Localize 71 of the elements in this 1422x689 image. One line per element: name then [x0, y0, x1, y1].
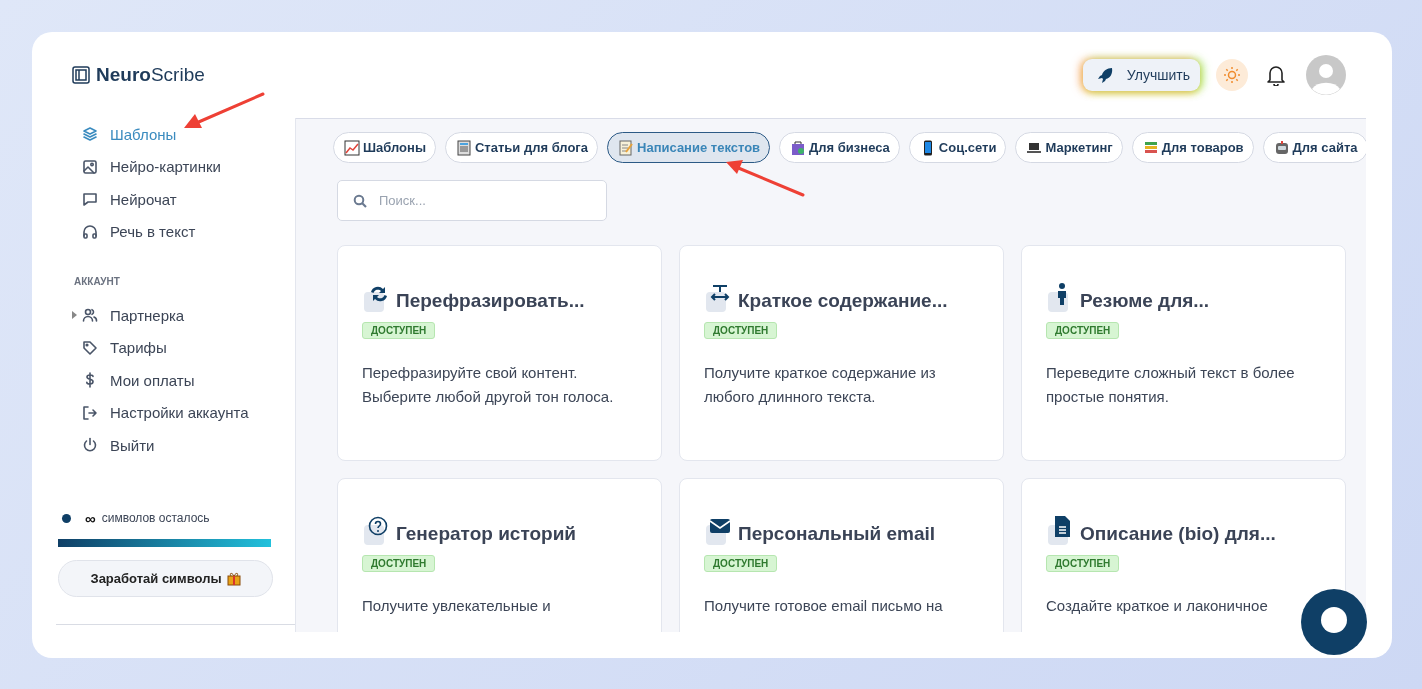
theme-toggle[interactable] — [1216, 59, 1248, 91]
card-description: Создайте краткое и лаконичное — [1046, 596, 1269, 616]
text-swap-icon — [704, 282, 732, 312]
logo-icon — [72, 66, 90, 84]
template-card[interactable]: Резюме для... ДОСТУПЕН Переведите сложный текст в более простые понятия. — [1021, 245, 1346, 461]
status-label: ДОСТУПЕН — [362, 555, 436, 572]
credits-label: символов осталось — [101, 511, 210, 525]
headphones-icon — [82, 223, 98, 240]
question-icon — [362, 515, 390, 545]
card-title: Описание (bio) для... — [1080, 523, 1276, 545]
status-label: ДОСТУПЕН — [362, 322, 436, 339]
sidebar-item[interactable]: Выйти — [32, 429, 295, 462]
category-tab[interactable]: Статьи для блога — [445, 132, 599, 163]
shopping-bag-icon — [790, 139, 807, 156]
search-field[interactable]: Поиск... — [337, 180, 607, 221]
section-title: АККАУНТ — [73, 275, 121, 289]
template-card[interactable]: Персональный email ДОСТУПЕН Получите готовое email письмо на — [679, 478, 1004, 632]
card-title: Краткое содержание... — [738, 290, 948, 312]
card-title: Генератор историй — [396, 523, 576, 545]
card-title: Персональный email — [738, 523, 936, 545]
earn-credits-button[interactable]: Заработай символы — [58, 559, 273, 597]
sun-icon — [1223, 66, 1241, 84]
sidebar-item[interactable]: Шаблоны — [32, 118, 295, 151]
sidebar-item[interactable]: Тарифы — [32, 331, 295, 364]
books-icon — [1142, 139, 1159, 156]
card-description: Переведите сложный текст в более простые понятия. — [1046, 363, 1296, 407]
layers-icon — [82, 126, 98, 143]
category-tab[interactable]: Шаблоны — [333, 132, 436, 163]
template-card[interactable]: Описание (bio) для... ДОСТУПЕН Создайте краткое и лаконичное — [1021, 478, 1346, 632]
category-tab[interactable]: Для бизнеса — [779, 132, 900, 163]
sidebar-item[interactable]: Настройки аккаунта — [32, 396, 295, 429]
sidebar-item[interactable]: Нейро-картинки — [32, 150, 295, 183]
card-description: Перефразируйте свой контент. Выберите любой другой тон голоса. — [362, 363, 615, 407]
card-description: Получите краткое содержание из любого длинного текста. — [704, 363, 937, 407]
chat-icon — [82, 191, 98, 208]
sidebar-item[interactable]: Мои оплаты — [32, 364, 295, 397]
template-card[interactable]: Перефразировать... ДОСТУПЕН Перефразируйте свой контент. Выберите любой другой тон голоса. — [337, 245, 662, 461]
chart-icon — [344, 139, 360, 156]
gift-icon — [226, 570, 241, 586]
status-label: ДОСТУПЕН — [704, 322, 778, 339]
image-icon — [82, 158, 98, 175]
card-description: Получите готовое email письмо на — [704, 596, 944, 616]
bell-icon[interactable] — [1266, 64, 1286, 86]
logout-icon — [82, 404, 98, 421]
rocket-icon — [1096, 67, 1113, 83]
upgrade-button[interactable]: Улучшить — [1082, 59, 1200, 91]
sidebar-item[interactable]: Нейрочат — [32, 183, 295, 216]
template-card[interactable]: Генератор историй ДОСТУПЕН Получите увлекательные и — [337, 478, 662, 632]
power-icon — [82, 437, 98, 454]
logo-text: NeuroScribe — [96, 64, 205, 86]
status-label: ДОСТУПЕН — [704, 555, 778, 572]
credits-amount: ∞ — [85, 509, 96, 527]
tag-icon — [82, 339, 98, 356]
category-tab[interactable]: Для товаров — [1131, 132, 1254, 163]
notepad-icon — [618, 139, 635, 156]
sidebar-item[interactable]: Партнерка — [32, 299, 295, 332]
card-title: Резюме для... — [1080, 290, 1210, 312]
category-tab[interactable]: Соц.сети — [908, 132, 1007, 163]
status-dot — [62, 513, 71, 523]
card-title: Перефразировать... — [396, 290, 585, 312]
card-description: Получите увлекательные и — [362, 596, 552, 616]
template-card[interactable]: Краткое содержание... ДОСТУПЕН Получите краткое содержание из любого длинного текста. — [679, 245, 1004, 461]
newspaper-icon — [456, 139, 472, 156]
status-label: ДОСТУПЕН — [1046, 322, 1120, 339]
users-icon — [82, 307, 98, 324]
status-label: ДОСТУПЕН — [1046, 555, 1120, 572]
category-tab[interactable]: Для сайта — [1262, 132, 1366, 163]
robot-icon — [1273, 139, 1290, 156]
category-tab[interactable]: Маркетинг — [1015, 132, 1123, 163]
sidebar-item[interactable]: Речь в текст — [32, 215, 295, 248]
search-icon — [353, 194, 367, 208]
